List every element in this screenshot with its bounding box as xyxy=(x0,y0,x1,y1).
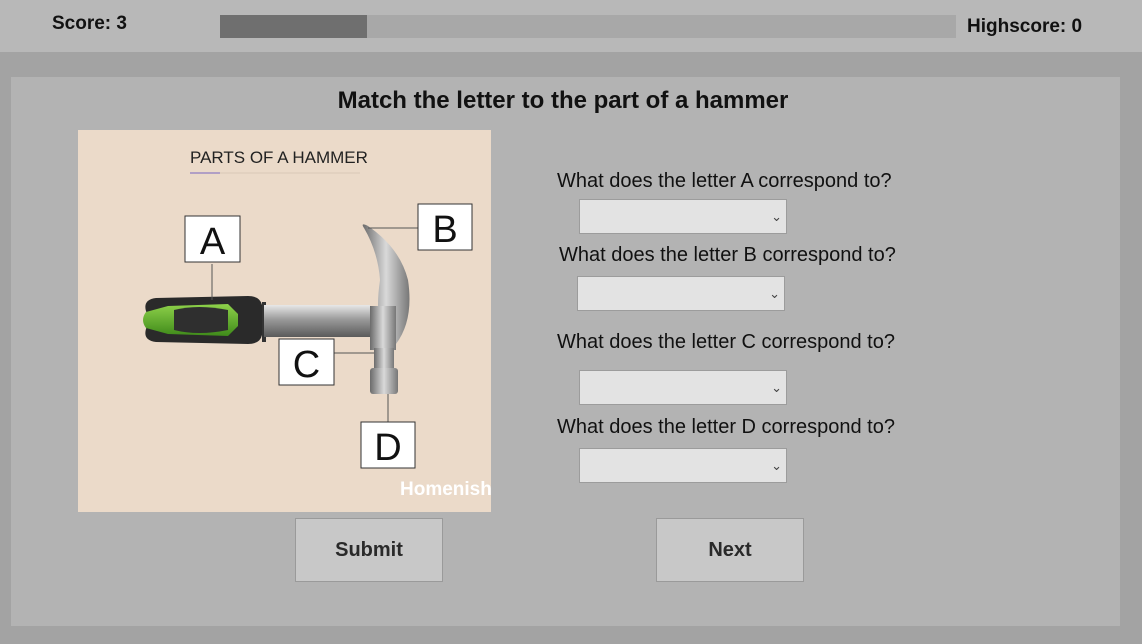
answer-d-dropdown[interactable]: ⌄ xyxy=(579,448,787,483)
submit-button[interactable]: Submit xyxy=(295,518,443,582)
chevron-down-icon: ⌄ xyxy=(771,380,782,395)
label-c-box: C xyxy=(278,338,335,386)
label-b-box: B xyxy=(417,203,473,251)
question-d-label: What does the letter D correspond to? xyxy=(557,416,895,438)
label-d-box: D xyxy=(360,421,416,469)
label-a-box: A xyxy=(184,215,241,263)
progress-bar xyxy=(220,15,956,38)
label-b: B xyxy=(432,209,457,251)
highscore-label: Highscore: 0 xyxy=(967,16,1083,37)
next-button[interactable]: Next xyxy=(656,518,804,582)
question-a-label: What does the letter A correspond to? xyxy=(557,170,892,192)
chevron-down-icon: ⌄ xyxy=(771,458,782,473)
hammer-illustration: PARTS OF A HAMMER A B C D Homenish xyxy=(143,148,491,500)
answer-c-dropdown[interactable]: ⌄ xyxy=(579,370,787,405)
hammer-diagram-image: PARTS OF A HAMMER A B C D Homenish xyxy=(78,130,491,512)
chevron-down-icon: ⌄ xyxy=(769,286,780,301)
question-title: Match the letter to the part of a hammer xyxy=(337,87,789,114)
top-bar: Score: 3 Highscore: 0 xyxy=(0,0,1142,52)
question-b-label: What does the letter B correspond to? xyxy=(559,244,896,266)
label-c: C xyxy=(293,344,320,386)
quiz-panel: Match the letter to the part of a hammer xyxy=(11,77,1120,626)
progress-fill xyxy=(220,15,368,38)
diagram-heading: PARTS OF A HAMMER xyxy=(190,148,368,167)
question-c-label: What does the letter C correspond to? xyxy=(557,331,895,353)
watermark-logo: Homenish xyxy=(400,479,491,500)
chevron-down-icon: ⌄ xyxy=(771,209,782,224)
label-a: A xyxy=(200,221,226,263)
answer-b-dropdown[interactable]: ⌄ xyxy=(577,276,785,311)
label-d: D xyxy=(374,427,401,469)
score-label: Score: 3 xyxy=(52,13,127,34)
answer-a-dropdown[interactable]: ⌄ xyxy=(579,199,787,234)
